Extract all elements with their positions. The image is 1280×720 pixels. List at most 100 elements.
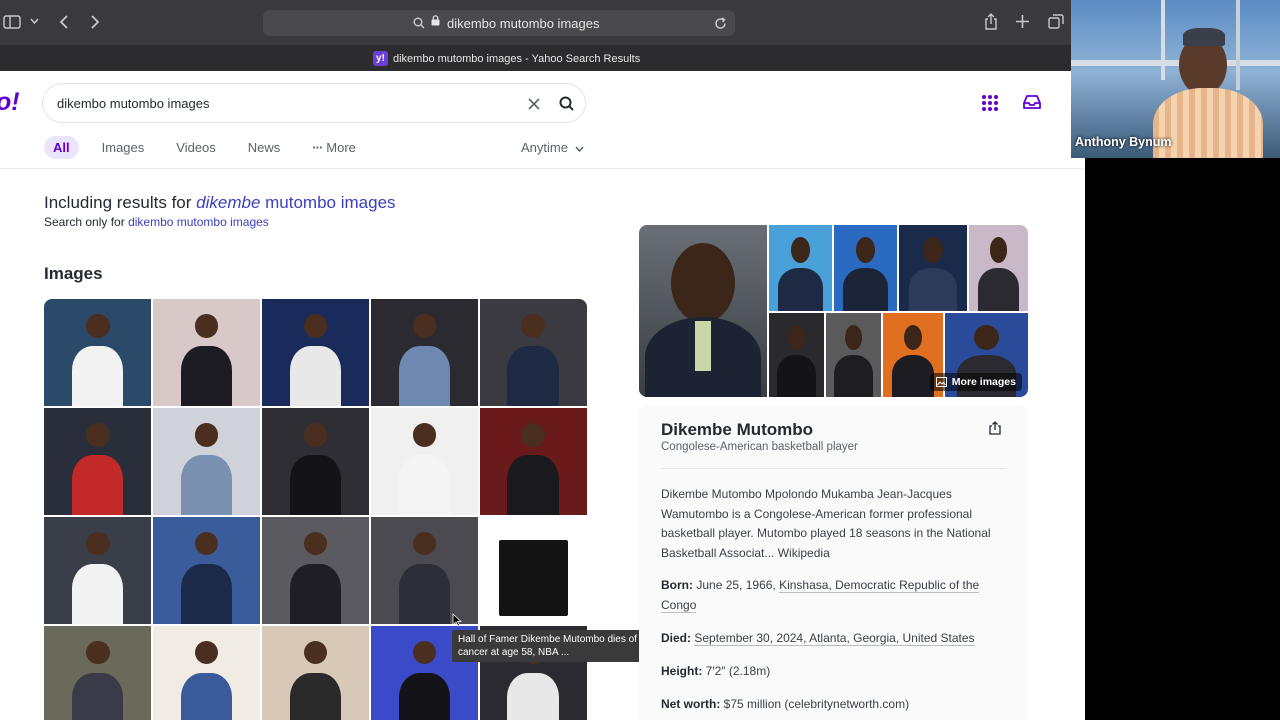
original-query-link[interactable]: dikembo mutombo images: [128, 215, 269, 229]
thumbnail-figure-body: [398, 672, 451, 720]
image-result-thumbnail[interactable]: [44, 299, 152, 407]
knowledge-panel-thumbnail[interactable]: [969, 225, 1028, 311]
header-divider: [0, 168, 1085, 169]
knowledge-panel-thumbnail[interactable]: [826, 313, 881, 397]
tab-news[interactable]: News: [239, 136, 290, 159]
new-tab-icon[interactable]: [1016, 15, 1029, 28]
thumbnail-figure-head: [974, 324, 999, 350]
kp-divider: [661, 468, 1006, 469]
mouse-cursor-icon: [452, 613, 462, 627]
image-result-thumbnail[interactable]: [370, 299, 479, 407]
knowledge-panel-thumbnail[interactable]: [834, 225, 897, 311]
thumbnail-figure-head: [85, 314, 110, 338]
mail-icon[interactable]: [1023, 94, 1041, 110]
kp-died-value[interactable]: September 30, 2024, Atlanta, Georgia, Un…: [694, 631, 975, 646]
tab-videos[interactable]: Videos: [167, 136, 225, 159]
image-result-thumbnail[interactable]: [152, 625, 261, 720]
knowledge-panel-main-image[interactable]: [639, 225, 767, 397]
share-icon[interactable]: [984, 13, 998, 30]
browser-window: dikembo mutombo images y! dikembo mutomb…: [0, 0, 1085, 720]
search-icon[interactable]: [558, 95, 576, 113]
browser-toolbar: dikembo mutombo images: [0, 0, 1085, 45]
forward-icon[interactable]: [91, 15, 100, 29]
image-result-thumbnail[interactable]: [479, 407, 587, 516]
image-result-thumbnail[interactable]: [370, 516, 479, 625]
image-result-thumbnail[interactable]: [370, 407, 479, 516]
image-result-thumbnail[interactable]: [44, 625, 152, 720]
kp-height: Height: 7′2″ (2.18m): [661, 662, 1011, 682]
thumbnail-figure-body: [777, 355, 816, 397]
knowledge-panel-thumbnail[interactable]: [899, 225, 967, 311]
thumbnail-figure-head: [303, 422, 328, 447]
reload-icon[interactable]: [714, 17, 727, 30]
thumbnail-figure-head: [85, 531, 110, 556]
chevron-down-icon[interactable]: [30, 18, 39, 24]
knowledge-panel-card: Dikembe Mutombo Congolese-American baske…: [639, 405, 1028, 720]
knowledge-panel-images[interactable]: More images: [639, 225, 1028, 397]
thumbnail-figure-body: [398, 346, 451, 407]
thumbnail-figure-body: [71, 672, 124, 720]
corrected-rest: mutombo images: [260, 193, 396, 212]
thumbnail-figure-body: [507, 346, 560, 407]
thumbnail-figure-head: [521, 314, 546, 338]
thumbnail-figure-body: [71, 346, 124, 407]
thumbnail-figure-body: [398, 455, 451, 516]
thumbnail-figure-body: [843, 268, 888, 311]
image-result-thumbnail[interactable]: [261, 407, 370, 516]
kp-born-label: Born:: [661, 578, 693, 592]
back-icon[interactable]: [59, 15, 68, 29]
thumbnail-figure-head: [194, 640, 219, 665]
more-images-button[interactable]: More images: [929, 373, 1022, 391]
image-result-thumbnail[interactable]: [152, 299, 261, 407]
image-result-thumbnail[interactable]: [261, 516, 370, 625]
thumbnail-figure-head: [788, 324, 805, 350]
close-icon[interactable]: [527, 97, 541, 111]
thumbnail-figure-body: [289, 346, 342, 407]
share-icon[interactable]: [988, 421, 1002, 435]
image-result-thumbnail[interactable]: [479, 516, 587, 625]
image-result-thumbnail[interactable]: [44, 516, 152, 625]
including-results-line: Including results for dikembe mutombo im…: [44, 193, 396, 213]
yahoo-favicon-icon: y!: [373, 51, 388, 66]
kp-height-value: 7′2″ (2.18m): [705, 664, 771, 678]
kp-subtitle: Congolese-American basketball player: [661, 441, 858, 453]
thumbnail-figure-body: [909, 268, 957, 311]
thumbnail-figure-body: [507, 672, 560, 720]
image-result-thumbnail[interactable]: [261, 625, 370, 720]
tab-images[interactable]: Images: [93, 136, 154, 159]
chevron-down-icon: [575, 146, 584, 152]
sidebar-icon[interactable]: [3, 15, 21, 29]
thumbnail-figure-body: [71, 455, 124, 516]
tab-title-text: dikembo mutombo images - Yahoo Search Re…: [393, 52, 641, 65]
image-result-thumbnail[interactable]: [152, 516, 261, 625]
search-input[interactable]: dikembo mutombo images: [42, 83, 586, 123]
image-result-thumbnail[interactable]: [44, 407, 152, 516]
knowledge-panel-thumbnail[interactable]: [769, 225, 832, 311]
more-images-label: More images: [951, 376, 1016, 388]
thumbnail-figure-head: [989, 237, 1008, 263]
image-result-thumbnail[interactable]: [479, 299, 587, 407]
image-result-thumbnail[interactable]: [152, 407, 261, 516]
image-icon: [935, 377, 947, 387]
thumbnail-figure-head: [856, 237, 875, 263]
thumbnail-figure-body: [289, 455, 342, 516]
apps-grid-icon[interactable]: [981, 94, 999, 112]
corrected-query-link[interactable]: dikembe mutombo images: [196, 193, 395, 212]
tab-overview-icon[interactable]: [1048, 14, 1064, 29]
thumbnail-figure-body: [892, 355, 934, 397]
lock-icon: [431, 15, 440, 26]
time-filter-dropdown[interactable]: Anytime: [521, 140, 584, 155]
thumbnail-figure-head: [521, 422, 546, 447]
tab-more[interactable]: ··· More: [303, 136, 365, 159]
thumbnail-figure-head: [85, 422, 110, 447]
active-browser-tab[interactable]: y! dikembo mutombo images - Yahoo Search…: [373, 51, 640, 66]
address-bar[interactable]: dikembo mutombo images: [263, 10, 735, 36]
image-result-thumbnail[interactable]: [261, 299, 370, 407]
thumbnail-figure-body: [507, 455, 560, 516]
thumbnail-figure-head: [412, 640, 437, 665]
thumbnail-figure-head: [412, 422, 437, 447]
knowledge-panel-thumbnail[interactable]: [769, 313, 824, 397]
tab-all[interactable]: All: [44, 136, 79, 159]
yahoo-logo[interactable]: o!: [0, 88, 20, 117]
search-vertical-tabs: All Images Videos News ··· More: [44, 136, 379, 159]
